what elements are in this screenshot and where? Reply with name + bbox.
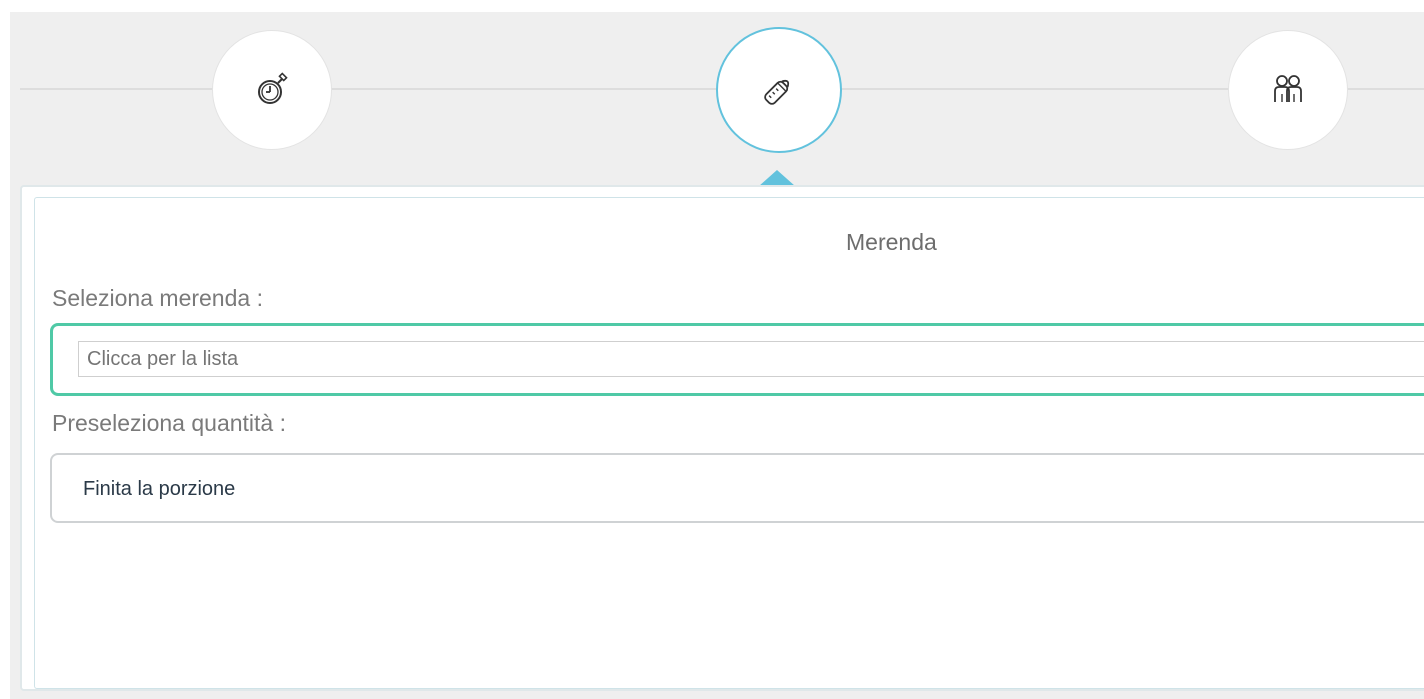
app-window: Merenda Seleziona merenda : Preseleziona… xyxy=(0,0,1424,699)
panel-title: Merenda xyxy=(846,229,937,255)
quantity-label: Preseleziona quantità : xyxy=(52,410,286,436)
quantity-selected-value: Finita la porzione xyxy=(83,478,236,500)
select-merenda-label: Seleziona merenda : xyxy=(52,285,263,311)
form-panel-inner xyxy=(34,197,1424,689)
stopwatch-icon xyxy=(258,72,288,104)
baby-bottle-icon xyxy=(764,79,790,105)
active-step-pointer xyxy=(759,170,795,186)
quantity-select[interactable]: Finita la porzione xyxy=(50,453,1424,523)
children-icon xyxy=(1274,75,1302,102)
step-stopwatch-button[interactable] xyxy=(212,30,332,150)
step-bottle-button[interactable] xyxy=(716,27,842,153)
merenda-select[interactable] xyxy=(50,323,1424,396)
merenda-list-input[interactable] xyxy=(78,341,1424,377)
step-people-button[interactable] xyxy=(1228,30,1348,150)
form-panel xyxy=(20,185,1424,691)
